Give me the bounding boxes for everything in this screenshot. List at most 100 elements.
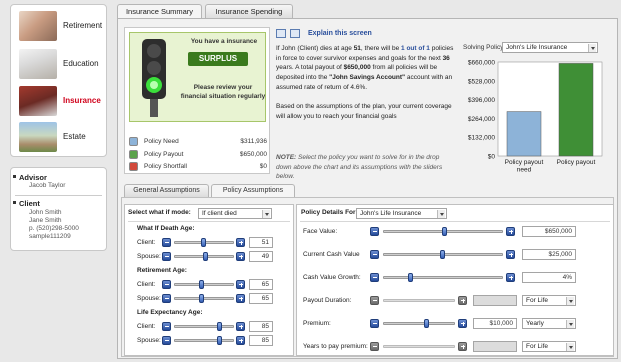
payout-duration-input[interactable] — [473, 295, 517, 306]
retire-client-increase-button[interactable] — [236, 280, 245, 289]
cash-value-decrease-button[interactable] — [370, 250, 379, 259]
chart-icon[interactable] — [290, 29, 300, 38]
death-client-input[interactable]: 51 — [249, 237, 273, 248]
legend-label: Policy Need — [144, 138, 179, 145]
life-spouse-slider[interactable] — [174, 336, 234, 345]
retire-client-decrease-button[interactable] — [162, 280, 171, 289]
death-spouse-increase-button[interactable] — [236, 252, 245, 261]
nav-label-insurance: Insurance — [63, 96, 101, 105]
cash-value-slider[interactable] — [383, 250, 503, 259]
cash-growth-input[interactable]: 4% — [522, 272, 576, 283]
divider — [300, 221, 610, 222]
solving-policy-select[interactable]: John's Life Insurance — [502, 42, 598, 53]
x-category-label: Policy payout — [505, 159, 544, 166]
death-spouse-input[interactable]: 49 — [249, 251, 273, 262]
life-spouse-decrease-button[interactable] — [162, 336, 171, 345]
slider-thumb[interactable] — [199, 294, 204, 303]
life-spouse-label: Spouse: — [137, 337, 161, 344]
cash-growth-slider[interactable] — [383, 273, 503, 282]
death-client-slider[interactable] — [174, 238, 234, 247]
retire-client-input[interactable]: 65 — [249, 279, 273, 290]
face-value-increase-button[interactable] — [506, 227, 515, 236]
y-tick-label: $132,000 — [468, 135, 495, 142]
coverage-paragraph: Based on the assumptions of the plan, yo… — [276, 103, 452, 120]
years-to-pay-increase-button[interactable] — [458, 342, 467, 351]
grid-icon[interactable] — [276, 29, 286, 38]
cash-value-increase-button[interactable] — [506, 250, 515, 259]
retire-spouse-input[interactable]: 65 — [249, 293, 273, 304]
nav-item-retirement[interactable]: Retirement — [17, 9, 105, 43]
tab-insurance-summary[interactable]: Insurance Summary — [117, 4, 202, 19]
policy-details-select[interactable]: John's Life Insurance — [356, 208, 447, 219]
premium-label: Premium: — [303, 320, 331, 327]
premium-frequency-select[interactable]: Yearly — [522, 318, 576, 329]
life-spouse-increase-button[interactable] — [236, 336, 245, 345]
years-to-pay-input[interactable] — [473, 341, 517, 352]
policy-chart: $660,000 $528,000 $396,000 $264,000 $132,000… — [468, 60, 603, 174]
status-heading: You have a insurance — [190, 38, 258, 45]
premium-input[interactable]: $10,000 — [473, 318, 517, 329]
advisor-name: Jacob Taylor — [29, 182, 66, 189]
slider-thumb[interactable] — [424, 319, 429, 328]
cash-growth-decrease-button[interactable] — [370, 273, 379, 282]
slider-thumb[interactable] — [203, 252, 208, 261]
nav-item-education[interactable]: Education — [17, 47, 105, 81]
years-to-pay-select[interactable]: For Life — [522, 341, 576, 352]
slider-thumb[interactable] — [217, 322, 222, 331]
life-expectancy-heading: Life Expectancy Age: — [137, 309, 203, 316]
nav-item-insurance[interactable]: Insurance — [17, 84, 105, 118]
explanation-paragraph: If John (Client) dies at age 51, there w… — [276, 45, 454, 91]
divider — [15, 195, 102, 196]
life-client-input[interactable]: 85 — [249, 321, 273, 332]
face-value-input[interactable]: $650,000 — [522, 226, 576, 237]
payout-duration-decrease-button[interactable] — [370, 296, 379, 305]
chevron-down-icon — [262, 210, 270, 218]
education-thumbnail — [19, 49, 57, 79]
tab-policy-assumptions[interactable]: Policy Assumptions — [211, 184, 295, 197]
life-spouse-input[interactable]: 85 — [249, 335, 273, 346]
death-client-decrease-button[interactable] — [162, 238, 171, 247]
mode-select[interactable]: If client died — [198, 208, 272, 219]
years-to-pay-slider[interactable] — [383, 345, 455, 348]
face-value-decrease-button[interactable] — [370, 227, 379, 236]
slider-thumb[interactable] — [442, 227, 447, 236]
premium-decrease-button[interactable] — [370, 319, 379, 328]
slider-thumb[interactable] — [217, 336, 222, 345]
years-to-pay-decrease-button[interactable] — [370, 342, 379, 351]
death-age-heading: What If Death Age: — [137, 225, 195, 232]
y-tick-label: $0 — [488, 154, 496, 161]
face-value-slider[interactable] — [383, 227, 503, 236]
retire-spouse-slider[interactable] — [174, 294, 234, 303]
cash-growth-increase-button[interactable] — [506, 273, 515, 282]
tab-general-assumptions[interactable]: General Assumptions — [124, 184, 209, 197]
legend-value: $650,000 — [239, 151, 267, 158]
retire-spouse-increase-button[interactable] — [236, 294, 245, 303]
cash-value-input[interactable]: $25,000 — [522, 249, 576, 260]
payout-duration-slider[interactable] — [383, 299, 455, 302]
retire-client-slider[interactable] — [174, 280, 234, 289]
legend-swatch — [129, 150, 138, 159]
legend-value: $311,936 — [240, 138, 267, 145]
payout-duration-value: For Life — [526, 297, 549, 304]
death-spouse-slider[interactable] — [174, 252, 234, 261]
premium-increase-button[interactable] — [458, 319, 467, 328]
life-client-decrease-button[interactable] — [162, 322, 171, 331]
x-category-label: Policy payout — [557, 159, 596, 166]
slider-thumb[interactable] — [408, 273, 413, 282]
premium-slider[interactable] — [383, 319, 455, 328]
payout-duration-increase-button[interactable] — [458, 296, 467, 305]
tab-insurance-spending[interactable]: Insurance Spending — [205, 4, 293, 19]
life-client-increase-button[interactable] — [236, 322, 245, 331]
payout-duration-select[interactable]: For Life — [522, 295, 576, 306]
death-client-increase-button[interactable] — [236, 238, 245, 247]
life-client-slider[interactable] — [174, 322, 234, 331]
legend-value: $0 — [259, 163, 267, 170]
slider-thumb[interactable] — [201, 238, 206, 247]
slider-thumb[interactable] — [199, 280, 204, 289]
explain-screen-link[interactable]: Explain this screen — [308, 30, 372, 37]
chevron-down-icon — [566, 297, 574, 305]
death-spouse-decrease-button[interactable] — [162, 252, 171, 261]
slider-thumb[interactable] — [440, 250, 445, 259]
retire-spouse-decrease-button[interactable] — [162, 294, 171, 303]
nav-item-estate[interactable]: Estate — [17, 120, 105, 154]
